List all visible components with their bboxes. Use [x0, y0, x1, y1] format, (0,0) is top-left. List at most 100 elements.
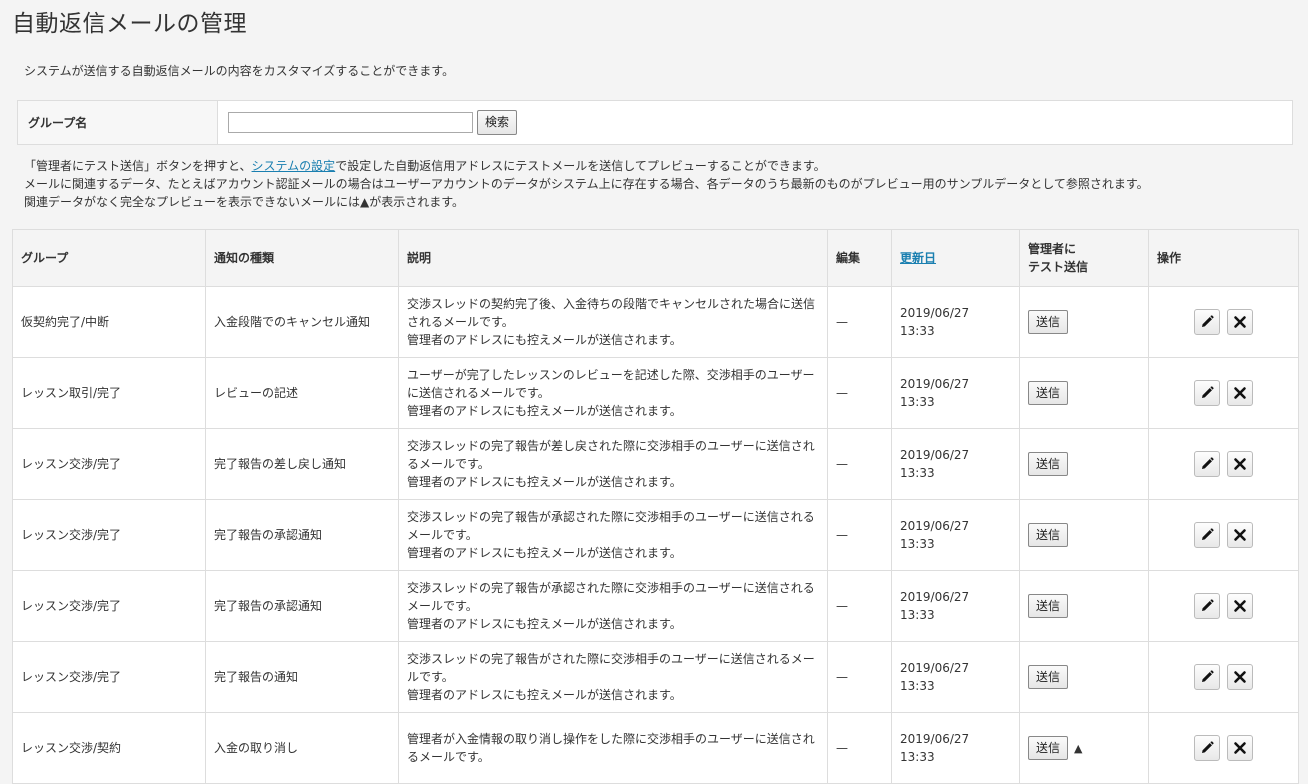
cell-type: 完了報告の通知 — [205, 641, 399, 713]
delete-button[interactable] — [1227, 735, 1254, 761]
updated-time: 13:33 — [900, 395, 935, 409]
close-icon — [1234, 600, 1247, 612]
system-settings-link[interactable]: システムの設定 — [252, 159, 336, 173]
cell-updated: 2019/06/27 13:33 — [891, 570, 1020, 642]
cell-type: 完了報告の差し戻し通知 — [205, 428, 399, 500]
search-label: グループ名 — [18, 101, 218, 144]
table-row: レッスン交渉/完了 完了報告の承認通知 交渉スレッドの完了報告が承認された際に交… — [12, 499, 1299, 571]
table-row: レッスン交渉/完了 完了報告の通知 交渉スレッドの完了報告がされた際に交渉相手の… — [12, 641, 1299, 713]
updated-time: 13:33 — [900, 679, 935, 693]
description-line-2: メールです。 — [407, 528, 478, 542]
note-line-1-after: で設定した自動返信用アドレスにテストメールを送信してプレビューすることができます… — [335, 159, 826, 173]
test-send-button[interactable]: 送信 — [1028, 381, 1069, 405]
cell-group: レッスン交渉/完了 — [12, 428, 206, 500]
cell-edit: — — [827, 286, 892, 358]
table-row: 仮契約完了/中断 入金段階でのキャンセル通知 交渉スレッドの契約完了後、入金待ち… — [12, 286, 1299, 358]
table-row: レッスン交渉/完了 完了報告の承認通知 交渉スレッドの完了報告が承認された際に交… — [12, 570, 1299, 642]
description-line-2: ルです。 — [407, 670, 454, 684]
sort-updated-link[interactable]: 更新日 — [900, 251, 936, 265]
description-line-1: 交渉スレッドの契約完了後、入金待ちの段階でキャンセルされた場合に送信 — [407, 297, 816, 311]
cell-ops — [1148, 286, 1299, 358]
cell-edit: — — [827, 712, 892, 784]
test-send-button[interactable]: 送信 — [1028, 665, 1069, 689]
cell-updated: 2019/06/27 13:33 — [891, 641, 1020, 713]
search-panel: グループ名 検索 — [17, 100, 1293, 145]
cell-group: 仮契約完了/中断 — [12, 286, 206, 358]
cell-type: 完了報告の承認通知 — [205, 570, 399, 642]
test-send-button[interactable]: 送信 — [1028, 452, 1069, 476]
close-icon — [1234, 671, 1247, 683]
edit-button[interactable] — [1193, 664, 1220, 690]
description-line-2: に送信されるメールです。 — [407, 386, 550, 400]
incomplete-preview-mark: ▲ — [1074, 742, 1083, 755]
description-line-3: 管理者のアドレスにも控えメールが送信されます。 — [407, 333, 682, 347]
cell-test-send: 送信 — [1019, 428, 1149, 500]
cell-ops — [1148, 357, 1299, 429]
header-test-line-1: 管理者に — [1028, 242, 1077, 256]
edit-button[interactable] — [1193, 380, 1220, 406]
table-row: レッスン取引/完了 レビューの記述 ユーザーが完了したレッスンのレビューを記述し… — [12, 357, 1299, 429]
delete-button[interactable] — [1227, 309, 1254, 335]
header-test-send: 管理者に テスト送信 — [1019, 229, 1149, 287]
pencil-icon — [1201, 386, 1214, 398]
edit-button[interactable] — [1193, 522, 1220, 548]
table-header-row: グループ 通知の種類 説明 編集 更新日 管理者に テスト送信 操作 — [12, 229, 1299, 287]
delete-button[interactable] — [1227, 664, 1254, 690]
cell-updated: 2019/06/27 13:33 — [891, 499, 1020, 571]
edit-button[interactable] — [1193, 451, 1220, 477]
page-title: 自動返信メールの管理 — [12, 11, 247, 37]
updated-date: 2019/06/27 — [900, 732, 970, 746]
close-icon — [1234, 742, 1247, 754]
cell-test-send: 送信 — [1019, 286, 1149, 358]
cell-type: 入金段階でのキャンセル通知 — [205, 286, 399, 358]
cell-description: 管理者が入金情報の取り消し操作をした際に交渉相手のユーザーに送信され るメールで… — [398, 712, 828, 784]
description-line-1: 管理者が入金情報の取り消し操作をした際に交渉相手のユーザーに送信され — [407, 732, 815, 746]
header-updated: 更新日 — [891, 229, 1020, 287]
delete-button[interactable] — [1227, 380, 1254, 406]
updated-time: 13:33 — [900, 466, 935, 480]
auto-reply-table: グループ 通知の種類 説明 編集 更新日 管理者に テスト送信 操作 仮契約完了… — [12, 229, 1299, 784]
group-name-input[interactable] — [228, 112, 473, 133]
search-button[interactable]: 検索 — [477, 110, 518, 135]
header-test-line-2: テスト送信 — [1028, 260, 1089, 274]
cell-type: レビューの記述 — [205, 357, 399, 429]
page-intro: システムが送信する自動返信メールの内容をカスタマイズすることができます。 — [24, 64, 455, 78]
updated-time: 13:33 — [900, 537, 935, 551]
header-type: 通知の種類 — [205, 229, 399, 287]
description-line-2: されるメールです。 — [407, 315, 514, 329]
pencil-icon — [1201, 599, 1214, 611]
note-line-1: 「管理者にテスト送信」ボタンを押すと、システムの設定で設定した自動返信用アドレス… — [24, 157, 1149, 175]
delete-button[interactable] — [1227, 593, 1254, 619]
test-send-button[interactable]: 送信 — [1028, 736, 1069, 760]
updated-time: 13:33 — [900, 324, 935, 338]
updated-time: 13:33 — [900, 608, 935, 622]
edit-button[interactable] — [1193, 735, 1220, 761]
close-icon — [1234, 316, 1247, 328]
description-line-2: るメールです。 — [407, 457, 490, 471]
delete-button[interactable] — [1227, 522, 1254, 548]
pencil-icon — [1201, 670, 1214, 682]
cell-ops — [1148, 499, 1299, 571]
description-line-1: 交渉スレッドの完了報告がされた際に交渉相手のユーザーに送信されるメー — [407, 652, 815, 666]
delete-button[interactable] — [1227, 451, 1254, 477]
cell-ops — [1148, 641, 1299, 713]
test-send-button[interactable]: 送信 — [1028, 594, 1069, 618]
description-line-1: 交渉スレッドの完了報告が差し戻された際に交渉相手のユーザーに送信され — [407, 439, 815, 453]
description-line-3: 管理者のアドレスにも控えメールが送信されます。 — [407, 688, 682, 702]
cell-ops — [1148, 570, 1299, 642]
test-send-button[interactable]: 送信 — [1028, 310, 1069, 334]
cell-edit: — — [827, 570, 892, 642]
cell-description: 交渉スレッドの契約完了後、入金待ちの段階でキャンセルされた場合に送信 されるメー… — [398, 286, 828, 358]
updated-date: 2019/06/27 — [900, 448, 970, 462]
header-group: グループ — [12, 229, 206, 287]
edit-button[interactable] — [1193, 309, 1220, 335]
test-send-button[interactable]: 送信 — [1028, 523, 1069, 547]
cell-test-send: 送信 — [1019, 357, 1149, 429]
cell-test-send: 送信 ▲ — [1019, 712, 1149, 784]
edit-button[interactable] — [1193, 593, 1220, 619]
close-icon — [1234, 458, 1247, 470]
note-line-2: メールに関連するデータ、たとえばアカウント認証メールの場合はユーザーアカウントの… — [24, 177, 1149, 191]
help-notes: 「管理者にテスト送信」ボタンを押すと、システムの設定で設定した自動返信用アドレス… — [24, 157, 1149, 211]
description-line-3: 管理者のアドレスにも控えメールが送信されます。 — [407, 404, 682, 418]
note-line-1-before: 「管理者にテスト送信」ボタンを押すと、 — [24, 159, 252, 173]
